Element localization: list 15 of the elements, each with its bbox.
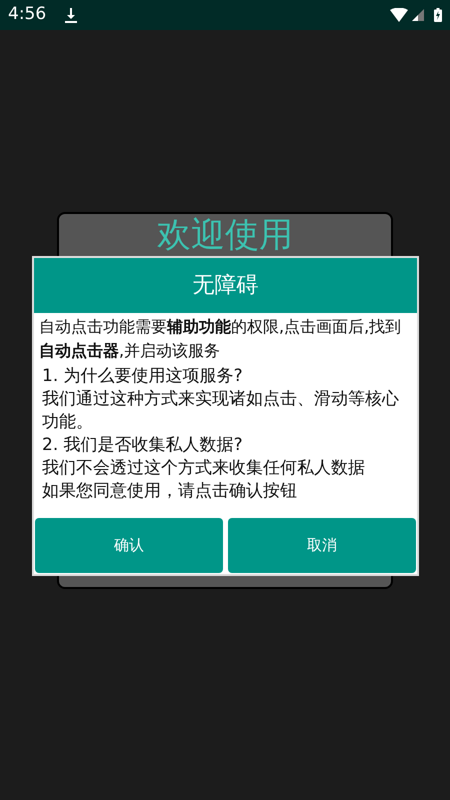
confirm-button[interactable]: 确认	[35, 518, 223, 573]
battery-icon	[434, 8, 442, 22]
body-text: 我们不会透过这个方式来收集任何私人数据	[42, 457, 366, 480]
body-text: 2. 我们是否收集私人数据?	[42, 434, 244, 457]
body-text: 如果您同意使用，请点击确认按钮	[42, 480, 298, 503]
intro-text: 自动点击功能需要辅助功能的权限,点击画面后,找到自动点击器,并启动该服务	[38, 316, 402, 362]
wifi-icon	[390, 8, 408, 22]
clock: 4:56	[8, 3, 46, 26]
dialog-title: 无障碍	[34, 258, 417, 313]
signal-icon	[412, 9, 424, 21]
body-text: 我们通过这种方式来实现诸如点击、滑动等核心功能。	[42, 388, 400, 434]
body-text: 1. 为什么要使用这项服务?	[42, 365, 244, 388]
download-icon	[64, 7, 78, 23]
welcome-title: 欢迎使用	[157, 218, 293, 252]
cancel-button[interactable]: 取消	[228, 518, 416, 573]
